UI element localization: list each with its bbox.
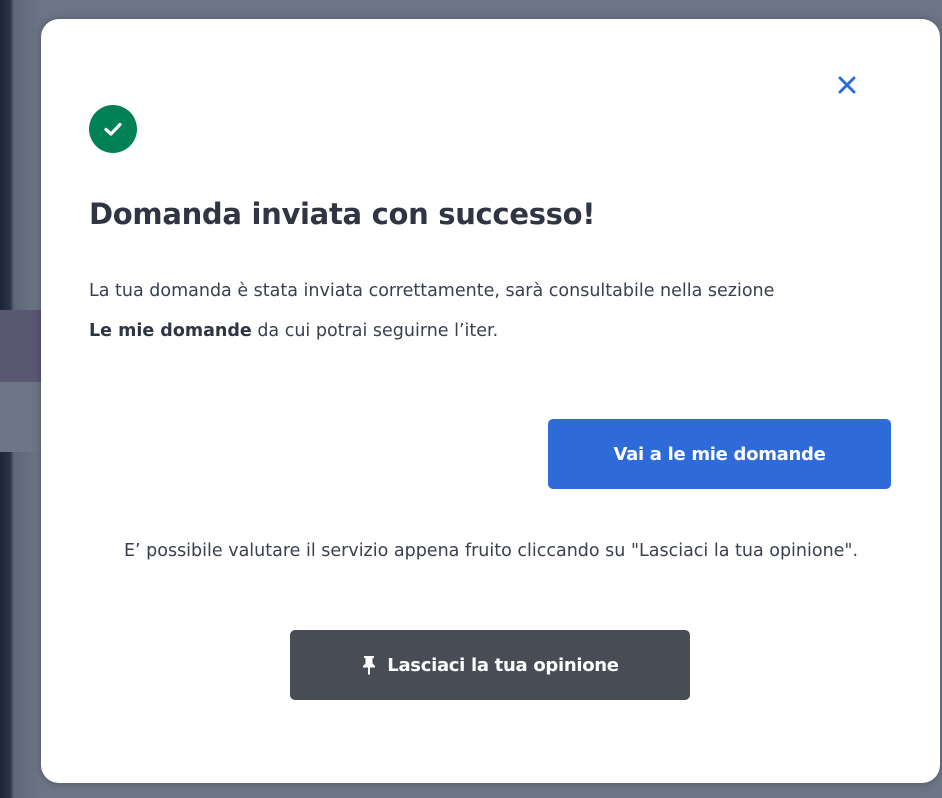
modal-message: La tua domanda è stata inviata correttam… xyxy=(89,271,889,351)
check-icon xyxy=(104,122,122,136)
message-text: La tua domanda è stata inviata correttam… xyxy=(89,281,775,301)
my-applications-link-text: Le mie domande xyxy=(89,321,252,341)
modal-title: Domanda inviata con successo! xyxy=(89,197,596,231)
success-modal: Domanda inviata con successo! La tua dom… xyxy=(41,19,940,783)
rating-invitation-text: E’ possibile valutare il servizio appena… xyxy=(123,541,859,561)
close-button[interactable] xyxy=(831,69,863,101)
success-badge xyxy=(89,105,137,153)
pin-icon xyxy=(363,656,376,675)
go-to-my-applications-button[interactable]: Vai a le mie domande xyxy=(548,419,891,489)
leave-feedback-label: Lasciaci la tua opinione xyxy=(387,654,619,676)
message-text-end: da cui potrai seguirne l’iter. xyxy=(251,321,499,341)
leave-feedback-button[interactable]: Lasciaci la tua opinione xyxy=(290,630,690,700)
close-icon xyxy=(838,76,856,94)
